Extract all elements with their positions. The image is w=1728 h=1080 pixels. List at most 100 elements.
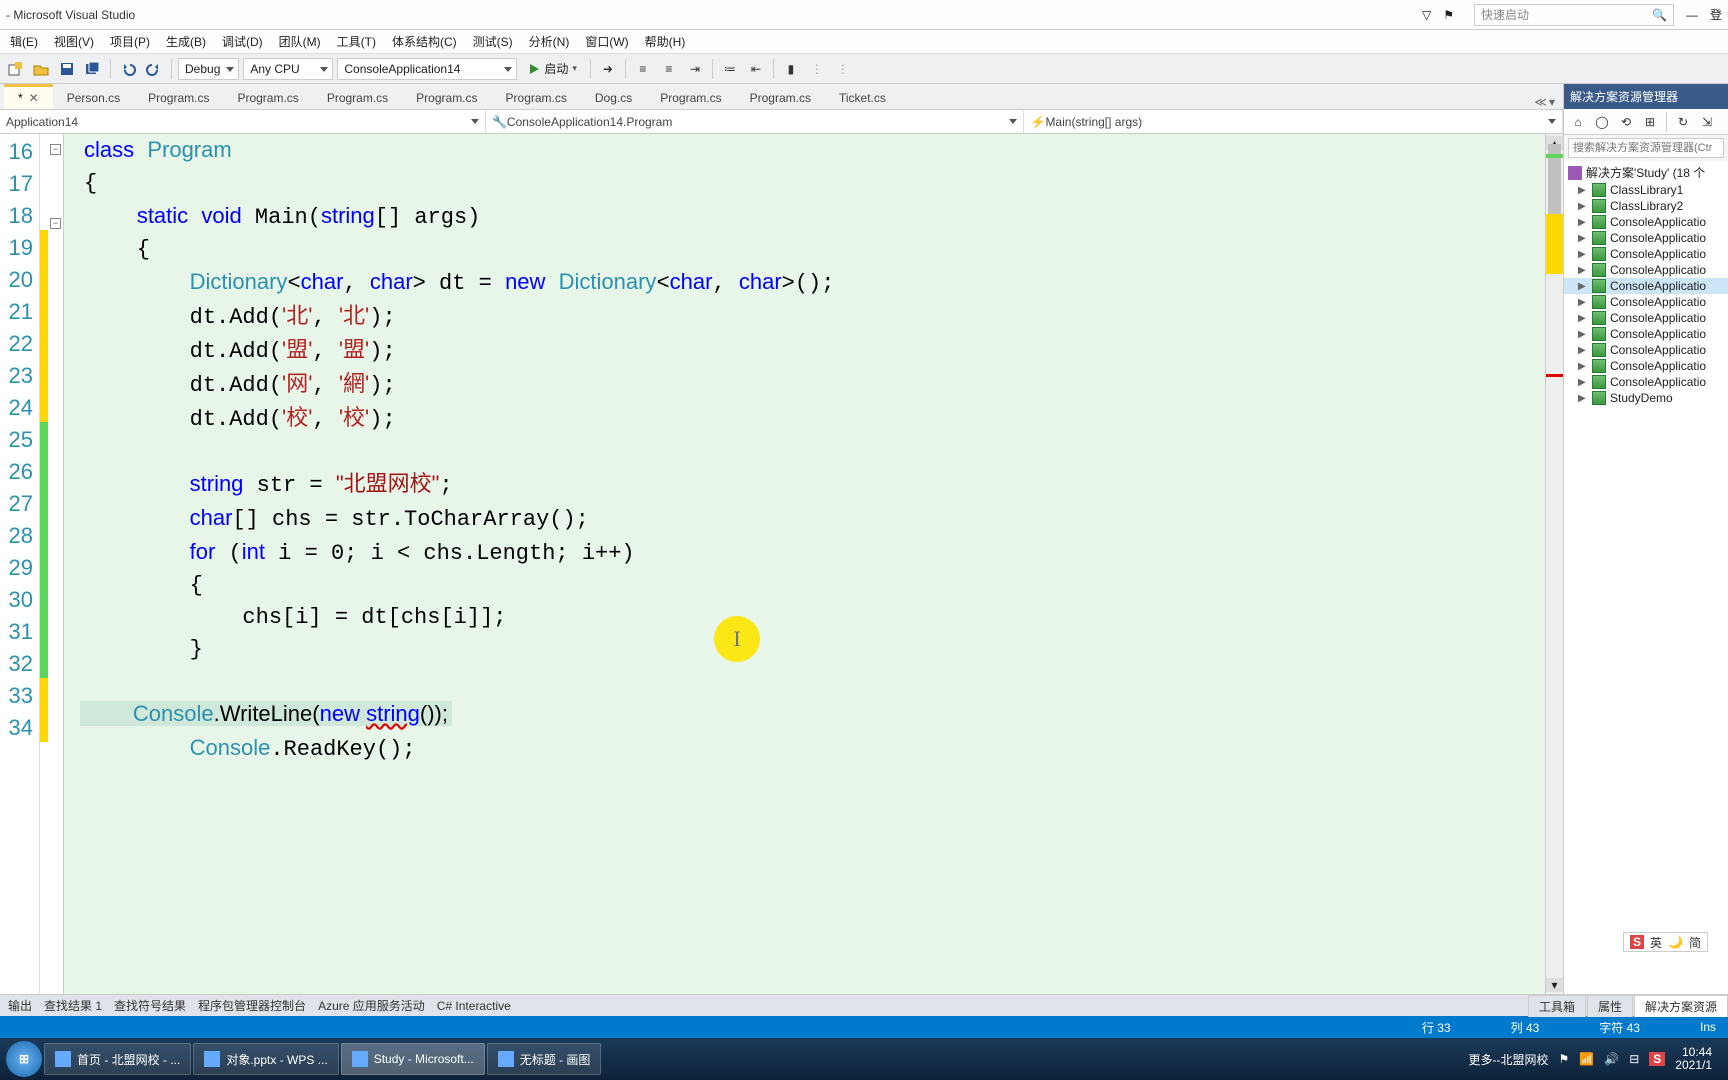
project-node[interactable]: ▶ClassLibrary1 <box>1564 182 1728 198</box>
namespace-dropdown[interactable]: Application14 <box>0 110 486 133</box>
menu-辑E[interactable]: 辑(E) <box>4 31 44 52</box>
doc-tab[interactable]: Program.cs <box>736 86 825 109</box>
tray-volume-icon[interactable]: 🔊 <box>1604 1052 1619 1066</box>
toolbar-misc-1[interactable]: ⋮ <box>806 58 828 80</box>
project-node[interactable]: ▶ConsoleApplicatio <box>1564 214 1728 230</box>
sln-home-button[interactable]: ⌂ <box>1568 112 1588 132</box>
doc-tab[interactable]: Program.cs <box>402 86 491 109</box>
fold-gutter[interactable]: −− <box>48 134 64 994</box>
output-tab[interactable]: Azure 应用服务活动 <box>318 997 425 1014</box>
open-file-button[interactable] <box>30 58 52 80</box>
quick-launch-input[interactable]: 快速启动 🔍 <box>1474 4 1674 26</box>
project-node[interactable]: ▶ConsoleApplicatio <box>1564 358 1728 374</box>
startup-project-select[interactable]: ConsoleApplication14 <box>337 58 517 80</box>
feedback-icon[interactable]: ⚑ <box>1443 8 1454 22</box>
platform-select[interactable]: Any CPU <box>243 58 333 80</box>
ime-indicator[interactable]: S 英 🌙 简 <box>1623 932 1708 952</box>
project-node[interactable]: ▶ConsoleApplicatio <box>1564 246 1728 262</box>
solution-tree[interactable]: 解决方案'Study' (18 个▶ClassLibrary1▶ClassLib… <box>1564 161 1728 994</box>
system-tray[interactable]: 更多--北盟网校 ⚑ 📶 🔊 ⊟ S 10:44 2021/1 <box>1459 1046 1722 1072</box>
toolbar-misc-2[interactable]: ⋮ <box>832 58 854 80</box>
indent-button[interactable]: ⇥ <box>684 58 706 80</box>
menu-测试S[interactable]: 测试(S) <box>467 31 519 52</box>
sln-showall-button[interactable]: ⊞ <box>1640 112 1660 132</box>
menu-调试D[interactable]: 调试(D) <box>216 31 269 52</box>
menu-视图V[interactable]: 视图(V) <box>48 31 100 52</box>
notifications-icon[interactable]: ▽ <box>1422 8 1431 22</box>
menu-生成B[interactable]: 生成(B) <box>160 31 212 52</box>
menu-体系结构C[interactable]: 体系结构(C) <box>386 31 463 52</box>
start-button[interactable]: ⊞ <box>6 1041 42 1077</box>
redo-button[interactable] <box>143 58 165 80</box>
menu-工具T[interactable]: 工具(T) <box>331 31 382 52</box>
output-tab[interactable]: 程序包管理器控制台 <box>198 997 306 1014</box>
menu-分析N[interactable]: 分析(N) <box>523 31 576 52</box>
menu-团队M[interactable]: 团队(M) <box>273 31 327 52</box>
side-tab[interactable]: 解决方案资源 <box>1634 995 1728 1017</box>
taskbar-app[interactable]: 对象.pptx - WPS ... <box>193 1043 338 1075</box>
project-node[interactable]: ▶ConsoleApplicatio <box>1564 230 1728 246</box>
doc-tab[interactable]: Program.cs <box>646 86 735 109</box>
sln-refresh-button[interactable]: ↻ <box>1673 112 1693 132</box>
taskbar-app[interactable]: 无标题 - 画图 <box>487 1043 602 1075</box>
menu-项目P[interactable]: 项目(P) <box>104 31 156 52</box>
project-node[interactable]: ▶ClassLibrary2 <box>1564 198 1728 214</box>
project-node[interactable]: ▶ConsoleApplicatio <box>1564 310 1728 326</box>
class-dropdown[interactable]: 🔧 ConsoleApplication14.Program <box>486 110 1025 133</box>
doc-tab[interactable]: Person.cs <box>53 86 134 109</box>
project-node[interactable]: ▶ConsoleApplicatio <box>1564 374 1728 390</box>
code-editor[interactable]: 16171819202122232425262728293031323334 −… <box>0 134 1563 994</box>
output-tab[interactable]: 查找结果 1 <box>44 997 102 1014</box>
solution-root[interactable]: 解决方案'Study' (18 个 <box>1564 163 1728 182</box>
project-node[interactable]: ▶ConsoleApplicatio <box>1564 326 1728 342</box>
output-tab[interactable]: 输出 <box>8 997 32 1014</box>
config-select[interactable]: Debug <box>178 58 239 80</box>
undo-button[interactable] <box>117 58 139 80</box>
doc-tab[interactable]: Ticket.cs <box>825 86 900 109</box>
doc-tab[interactable]: Program.cs <box>492 86 581 109</box>
menu-帮助H[interactable]: 帮助(H) <box>639 31 692 52</box>
tray-flag-icon[interactable]: ⚑ <box>1559 1052 1570 1066</box>
outdent-button[interactable]: ⇤ <box>745 58 767 80</box>
doc-tab[interactable]: Program.cs <box>223 86 312 109</box>
code-body[interactable]: class Program { static void Main(string[… <box>64 134 1545 994</box>
close-icon[interactable]: ✕ <box>29 91 39 105</box>
project-node[interactable]: ▶ConsoleApplicatio <box>1564 294 1728 310</box>
save-button[interactable] <box>56 58 78 80</box>
doc-tab[interactable]: *✕ <box>4 84 53 109</box>
tray-network-icon[interactable]: 📶 <box>1579 1052 1594 1066</box>
start-debug-button[interactable]: 启动 ▾ <box>521 58 584 80</box>
project-node[interactable]: ▶ConsoleApplicatio <box>1564 342 1728 358</box>
tab-overflow-menu[interactable]: ▾ <box>1549 95 1555 109</box>
project-node[interactable]: ▶ConsoleApplicatio <box>1564 278 1728 294</box>
bookmark-button[interactable]: ▮ <box>780 58 802 80</box>
tray-action-icon[interactable]: ⊟ <box>1629 1052 1639 1066</box>
doc-tab[interactable]: Program.cs <box>313 86 402 109</box>
menu-窗口W[interactable]: 窗口(W) <box>579 31 634 52</box>
window-minimize-button[interactable]: — <box>1686 8 1698 22</box>
side-tab[interactable]: 属性 <box>1587 995 1633 1017</box>
doc-tab[interactable]: Program.cs <box>134 86 223 109</box>
project-node[interactable]: ▶ConsoleApplicatio <box>1564 262 1728 278</box>
uncomment-button[interactable]: ≡ <box>658 58 680 80</box>
member-dropdown[interactable]: ⚡ Main(string[] args) <box>1024 110 1563 133</box>
sln-sync-button[interactable]: ⟲ <box>1616 112 1636 132</box>
new-project-button[interactable] <box>4 58 26 80</box>
project-node[interactable]: ▶StudyDemo <box>1564 390 1728 406</box>
solution-search-input[interactable] <box>1568 138 1724 158</box>
login-button[interactable]: 登 <box>1710 6 1722 23</box>
tab-scroll-left[interactable]: ≪ <box>1534 95 1547 109</box>
tray-ime-icon[interactable]: S <box>1649 1052 1665 1066</box>
sln-back-button[interactable]: ◯ <box>1592 112 1612 132</box>
side-tab[interactable]: 工具箱 <box>1528 995 1586 1017</box>
format-button[interactable]: ≔ <box>719 58 741 80</box>
output-tab[interactable]: 查找符号结果 <box>114 997 186 1014</box>
doc-tab[interactable]: Dog.cs <box>581 86 646 109</box>
output-tab[interactable]: C# Interactive <box>437 999 511 1013</box>
sln-collapse-button[interactable]: ⇲ <box>1697 112 1717 132</box>
taskbar-app[interactable]: 首页 - 北盟网校 - ... <box>44 1043 191 1075</box>
step-button[interactable]: ➜ <box>597 58 619 80</box>
taskbar-app[interactable]: Study - Microsoft... <box>341 1043 485 1075</box>
save-all-button[interactable] <box>82 58 104 80</box>
comment-button[interactable]: ≡ <box>632 58 654 80</box>
